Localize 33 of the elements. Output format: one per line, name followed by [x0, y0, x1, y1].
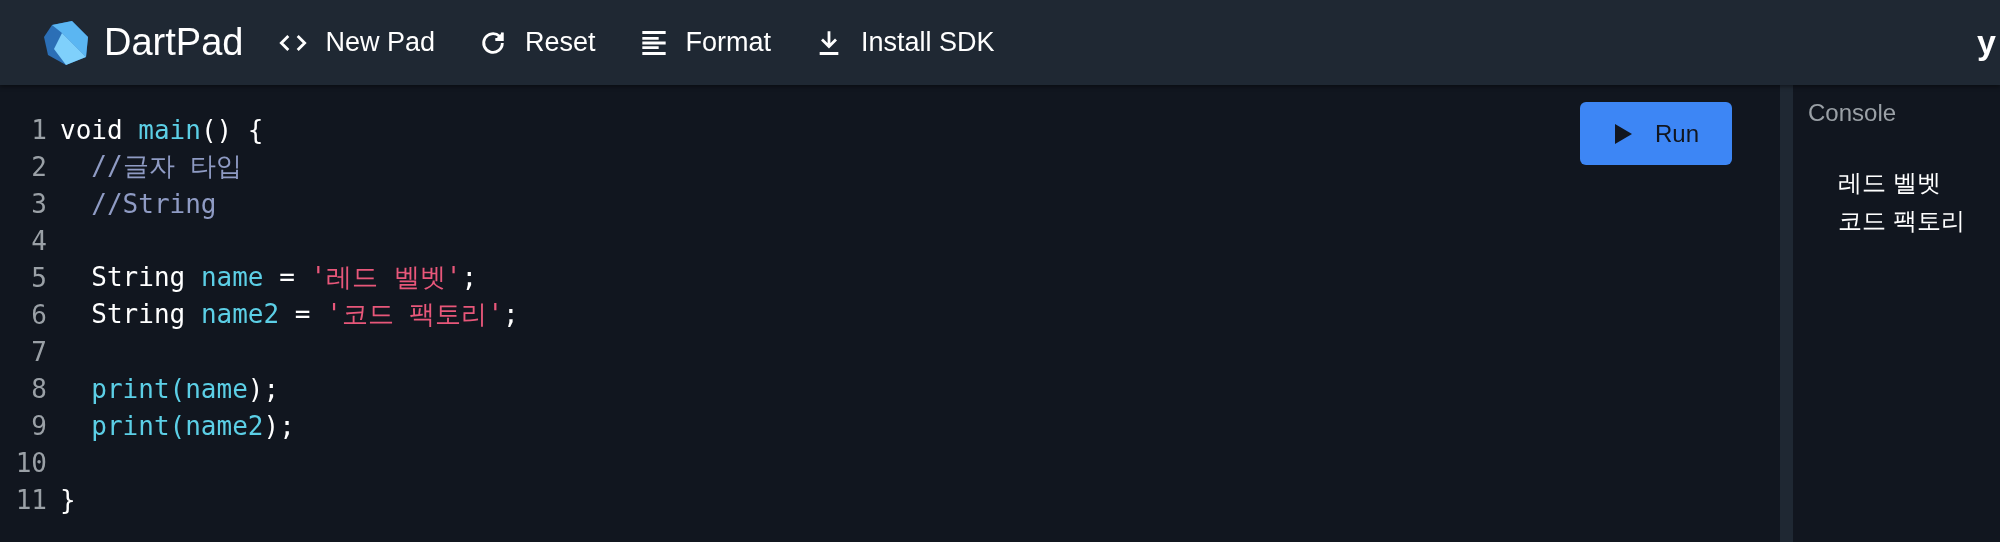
dart-logo-icon — [42, 18, 90, 67]
toolbar-button[interactable]: Install SDK — [815, 21, 995, 64]
line-number: 1 — [30, 114, 48, 145]
line-number: 6 — [30, 299, 48, 330]
line-number: 8 — [30, 373, 48, 404]
code-line: print(name); — [91, 373, 280, 404]
line-number: 4 — [30, 225, 48, 256]
code-line: //String — [91, 188, 217, 219]
console-title: Console — [1808, 99, 1898, 127]
code-line: String name = '레드 벨벳'; — [91, 261, 478, 294]
header-text: y — [1977, 23, 1996, 62]
code-line: void main() { — [60, 114, 264, 145]
toolbar-button[interactable]: Reset — [478, 21, 596, 64]
align-left-icon — [639, 28, 668, 57]
console-output: 레드 벨벳 — [1838, 168, 1942, 198]
line-number: 10 — [14, 447, 48, 478]
console-output: 코드 팩토리 — [1838, 206, 1966, 236]
code-line: String name2 = '코드 팩토리'; — [91, 298, 519, 331]
run-button[interactable]: Run — [1580, 102, 1732, 165]
line-number: 2 — [30, 151, 48, 182]
code-line: //글자 타입 — [91, 150, 243, 183]
app-name: DartPad — [104, 21, 244, 64]
play-icon — [1613, 122, 1633, 145]
code-line: print(name2); — [91, 410, 295, 441]
line-number: 3 — [30, 188, 48, 219]
toolbar-button[interactable]: New Pad — [279, 21, 435, 64]
line-number: 9 — [30, 410, 48, 441]
line-number: 5 — [30, 262, 48, 293]
splitter-bar[interactable] — [1780, 85, 1793, 542]
line-number: 7 — [30, 336, 48, 367]
line-number: 11 — [14, 484, 48, 515]
toolbar-button[interactable]: Format — [639, 21, 772, 64]
code-line: } — [60, 484, 76, 515]
